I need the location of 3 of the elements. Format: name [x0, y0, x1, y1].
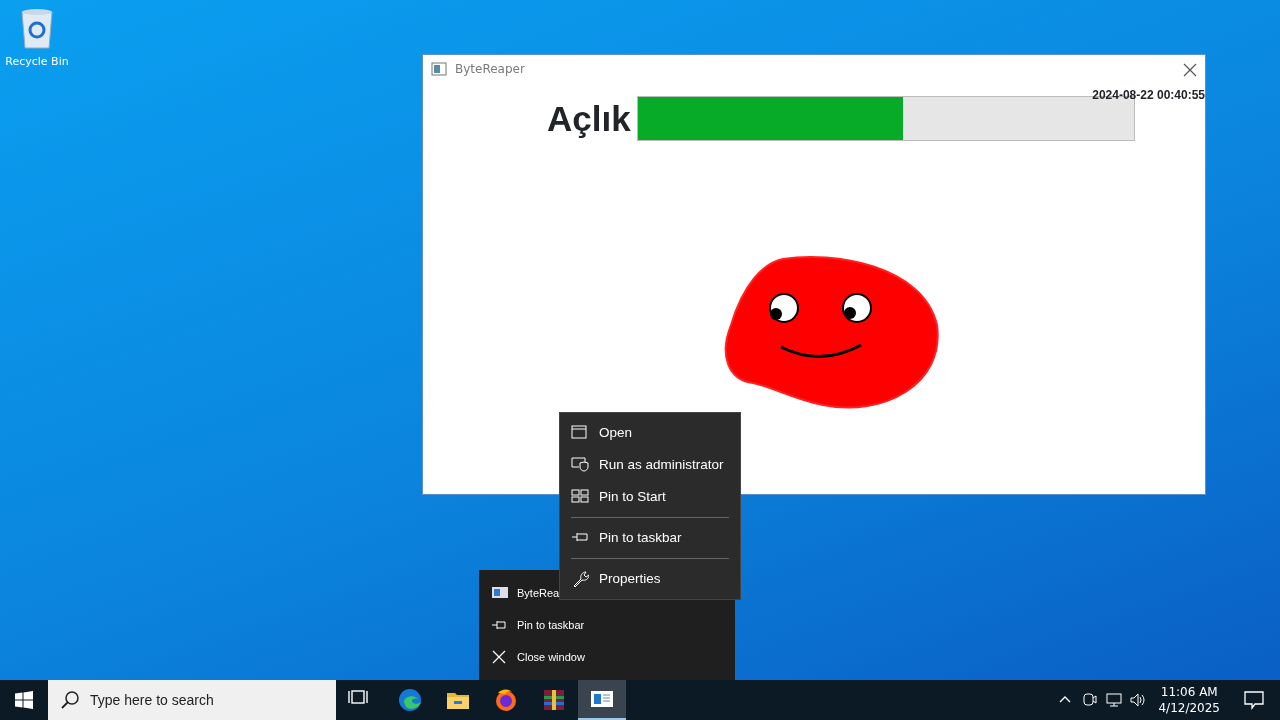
window-title: ByteReaper [455, 61, 525, 78]
timestamp: 2024-08-22 00:40:55 [1092, 87, 1205, 104]
meter-label: Açlık [547, 101, 631, 136]
